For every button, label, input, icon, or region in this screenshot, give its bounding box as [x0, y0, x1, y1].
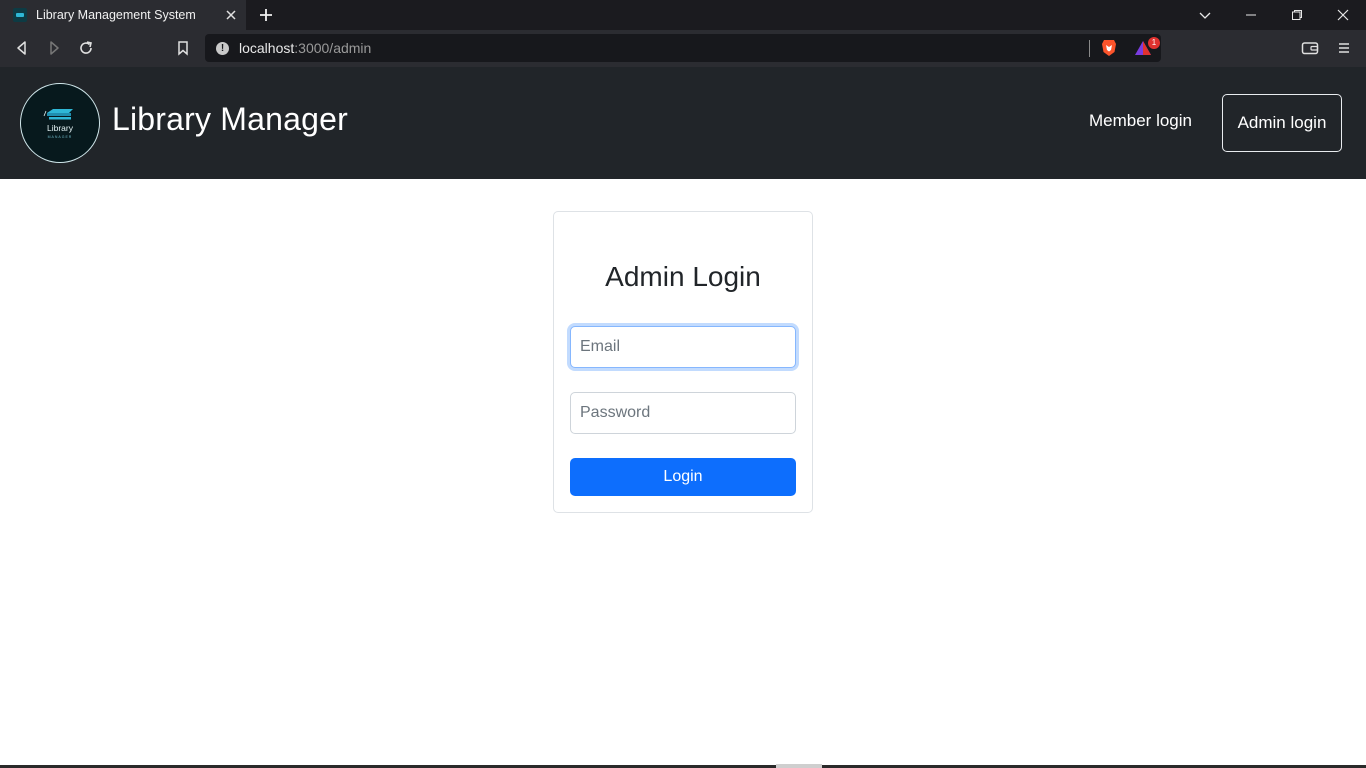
wallet-icon[interactable]: [1299, 37, 1321, 59]
close-tab-icon[interactable]: [224, 8, 238, 22]
reload-icon[interactable]: [75, 37, 97, 59]
bookmark-icon[interactable]: [172, 37, 194, 59]
brand-title[interactable]: Library Manager: [112, 101, 348, 138]
address-bar[interactable]: ! localhost:3000/admin 1: [205, 34, 1161, 62]
library-logo[interactable]: Library MANAGER: [20, 83, 100, 163]
login-title: Admin Login: [605, 261, 761, 292]
browser-toolbar: ! localhost:3000/admin 1: [0, 30, 1366, 67]
address-divider: [1089, 40, 1090, 57]
address-url: localhost:3000/admin: [239, 40, 371, 56]
url-path: :3000/admin: [294, 40, 372, 56]
brave-shields-icon[interactable]: [1101, 39, 1117, 57]
tab-title: Library Management System: [36, 8, 196, 22]
book-stack-icon: [43, 109, 73, 120]
browser-tab-strip: Library Management System: [0, 0, 1366, 30]
menu-hamburger-icon[interactable]: [1333, 37, 1355, 59]
tab-search-chevron-icon[interactable]: [1182, 0, 1228, 30]
url-host: localhost: [239, 40, 295, 56]
site-info-icon[interactable]: !: [216, 41, 229, 55]
admin-login-card: Admin Login Login: [553, 211, 813, 513]
email-field[interactable]: [570, 326, 796, 368]
logo-text: Library: [47, 123, 73, 133]
new-tab-button[interactable]: [256, 5, 276, 25]
minimize-window-icon[interactable]: [1228, 0, 1274, 30]
app-navbar: Library MANAGER Library Manager Member l…: [0, 67, 1366, 179]
member-login-link[interactable]: Member login: [1078, 111, 1203, 136]
password-field[interactable]: [570, 392, 796, 434]
back-arrow-icon[interactable]: [11, 37, 33, 59]
library-favicon-icon: [13, 8, 27, 22]
restore-window-icon[interactable]: [1274, 0, 1320, 30]
admin-login-link[interactable]: Admin login: [1222, 94, 1342, 152]
login-button[interactable]: Login: [570, 458, 796, 496]
logo-subtext: MANAGER: [47, 135, 73, 139]
browser-tab[interactable]: Library Management System: [0, 0, 246, 30]
rewards-badge: 1: [1148, 37, 1160, 49]
taskbar-grab-handle: [776, 764, 822, 768]
forward-arrow-icon[interactable]: [43, 37, 65, 59]
close-window-icon[interactable]: [1320, 0, 1366, 30]
